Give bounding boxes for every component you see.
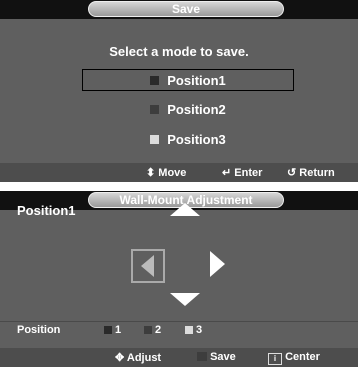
- down-arrow-icon[interactable]: [170, 293, 200, 306]
- move-hint-label: Move: [158, 167, 187, 179]
- position1-color-square: [150, 75, 160, 85]
- position-legend: Position 1 2 3: [0, 322, 358, 338]
- save-title: Save: [88, 1, 284, 17]
- adjust-hint-label: Adjust: [126, 352, 162, 364]
- save-title-bar: Save: [0, 0, 358, 19]
- option-position1-label: Position1: [167, 72, 226, 88]
- legend-num-1: 1: [115, 324, 122, 336]
- legend-num-2: 2: [155, 324, 162, 336]
- wall-mount-dialog: Wall-Mount Adjustment Position1 Position…: [0, 191, 358, 367]
- save-dialog: Save Select a mode to save. Position1 Po…: [0, 0, 358, 182]
- save-hint-bar: ⬍ Move ↵ Enter ↺ Return: [0, 163, 358, 182]
- adjust-hint: ✥ Adjust: [115, 351, 161, 364]
- wall-mount-hint-bar: ✥ Adjust Save i Center: [0, 348, 358, 367]
- return-hint: ↺ Return: [287, 166, 335, 179]
- center-hint-label: Center: [285, 351, 320, 363]
- option-position1[interactable]: Position1: [82, 69, 294, 91]
- save-hint: Save: [197, 351, 236, 363]
- legend-square-2: [144, 326, 152, 334]
- left-arrow-icon: [141, 255, 154, 277]
- legend-num-3: 3: [196, 324, 203, 336]
- save-color-icon: [197, 352, 207, 361]
- enter-icon: ↵: [222, 167, 232, 179]
- position2-color-square: [150, 104, 160, 114]
- left-arrow-highlight[interactable]: [131, 249, 165, 283]
- move-icon: ⬍: [146, 167, 156, 179]
- option-position2[interactable]: Position2: [82, 98, 294, 120]
- right-arrow-icon[interactable]: [210, 251, 225, 277]
- legend-label: Position: [17, 324, 61, 336]
- option-position3[interactable]: Position3: [82, 128, 294, 150]
- legend-square-3: [185, 326, 193, 334]
- legend-square-1: [104, 326, 112, 334]
- direction-pad: [170, 203, 225, 306]
- info-icon: i: [268, 353, 282, 365]
- enter-hint: ↵ Enter: [222, 166, 262, 179]
- option-position3-label: Position3: [167, 131, 226, 147]
- return-hint-label: Return: [299, 167, 335, 179]
- save-prompt: Select a mode to save.: [109, 44, 249, 59]
- position3-color-square: [150, 134, 160, 144]
- return-icon: ↺: [287, 167, 297, 179]
- save-hint-label: Save: [210, 351, 236, 363]
- move-hint: ⬍ Move: [146, 166, 186, 179]
- four-way-arrow-icon: ✥: [115, 352, 125, 364]
- option-position2-label: Position2: [167, 101, 226, 117]
- up-arrow-icon[interactable]: [170, 203, 200, 216]
- enter-hint-label: Enter: [234, 167, 263, 179]
- center-hint: i Center: [268, 351, 320, 365]
